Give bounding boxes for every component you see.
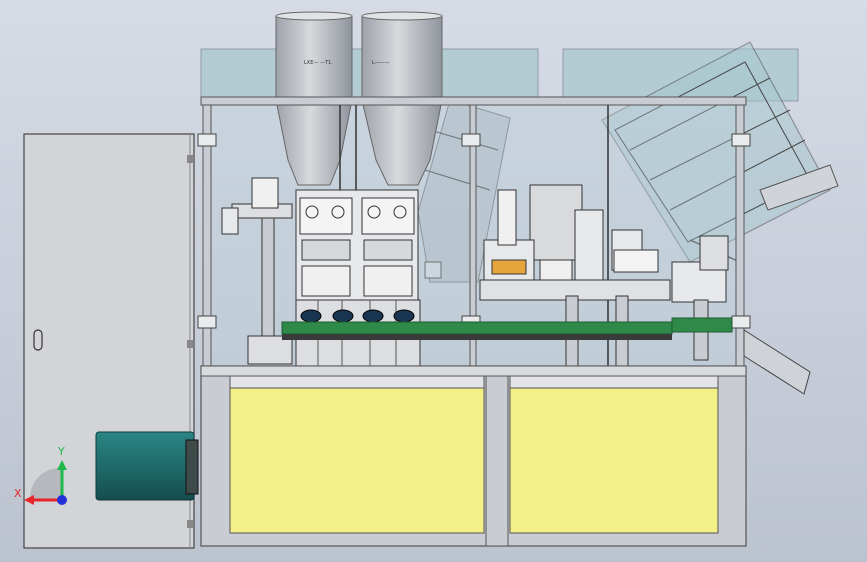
drive-motor: [95, 431, 199, 501]
hopper-right-label: L———: [372, 60, 390, 66]
z-axis-dot: [57, 495, 67, 505]
conveyor-belt[interactable]: [281, 321, 673, 335]
cad-viewport[interactable]: LXE— —T1. L——— X Y: [0, 0, 867, 562]
access-panel-right[interactable]: [509, 387, 719, 534]
conveyor-belt-lower: [282, 334, 672, 340]
base-top-rail: [200, 365, 747, 377]
y-axis-label: Y: [57, 445, 65, 458]
hopper-left-label: LXE— —T1.: [304, 60, 333, 66]
x-axis-label: X: [14, 487, 22, 500]
turntable: [671, 317, 733, 333]
machine-model[interactable]: LXE— —T1. L——— X Y: [0, 0, 867, 562]
access-panel-left[interactable]: [229, 387, 485, 534]
base-center-post: [485, 375, 509, 547]
top-frame-rail: [200, 96, 747, 106]
